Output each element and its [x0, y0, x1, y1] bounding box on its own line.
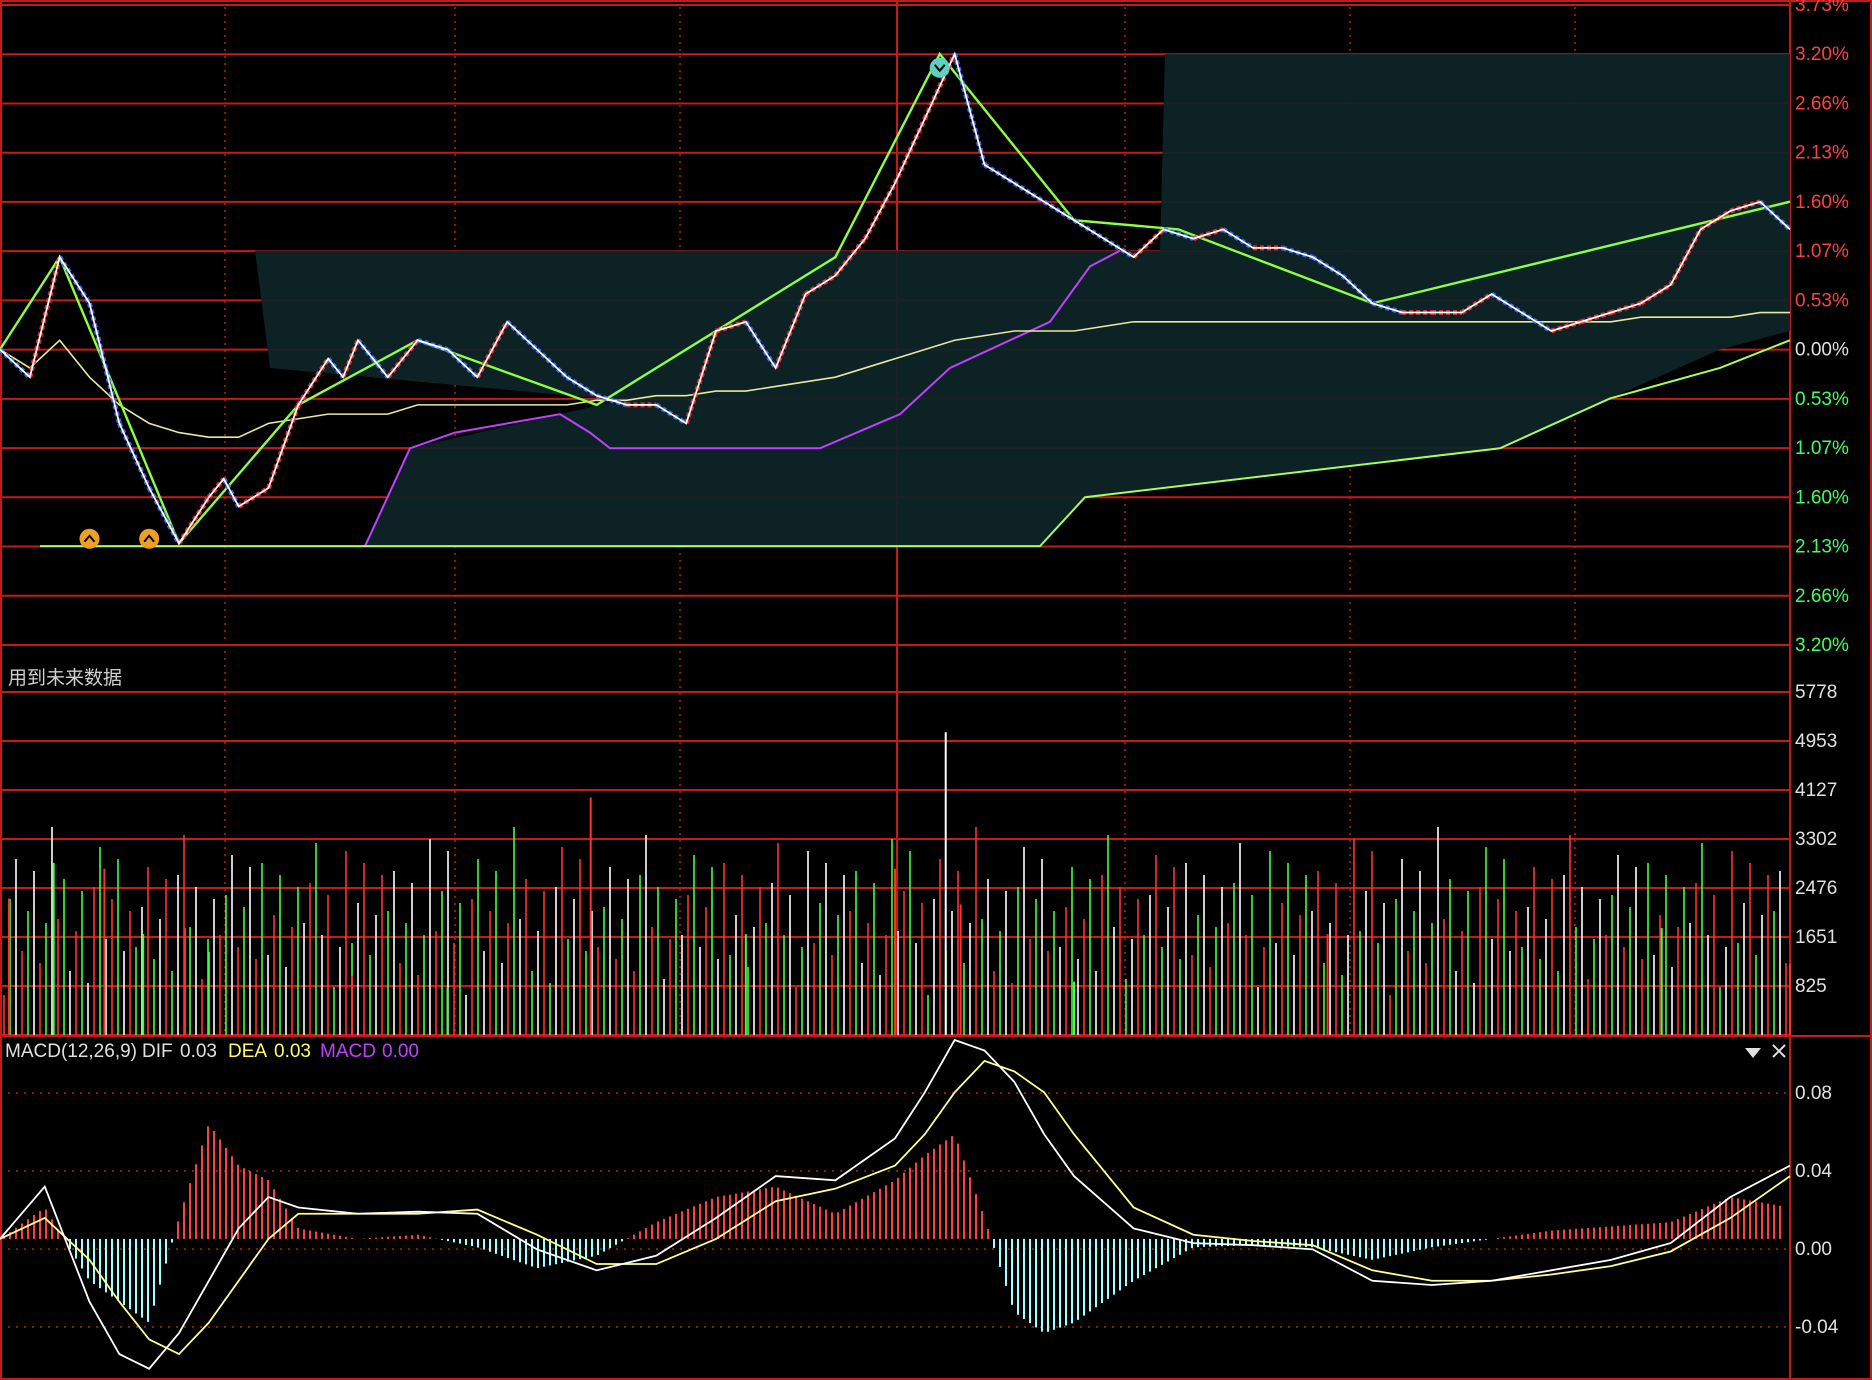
- price-tick-label: 1.07%: [1795, 438, 1849, 459]
- chart-canvas[interactable]: 3.73% 3.20% 2.66% 2.13% 1.60% 1.07% 0.53% 0.00%…: [0, 0, 1872, 1380]
- marker-circle: [139, 528, 160, 549]
- price-tick-label: 2.66%: [1795, 93, 1849, 114]
- volume-tick-label: 825: [1795, 976, 1827, 997]
- price-tick-label: 0.53%: [1795, 290, 1849, 311]
- dea-legend-name: DEA: [228, 1041, 267, 1062]
- chevron-up-circle-icon: [139, 528, 160, 549]
- price-tick-label: 3.20%: [1795, 635, 1849, 656]
- macd-panel[interactable]: [0, 1038, 1791, 1370]
- dif-legend-value: 0.03: [180, 1041, 217, 1062]
- macd-legend-value: 0.00: [382, 1041, 419, 1062]
- price-tick-label: 2.66%: [1795, 586, 1849, 607]
- macd-title: MACD(12,26,9): [5, 1041, 137, 1062]
- marker-circle: [79, 528, 100, 549]
- macd-header: MACD(12,26,9) DIF 0.03 DEA 0.03 MACD 0.0…: [5, 1041, 419, 1062]
- cloud-area: [255, 53, 1790, 547]
- macd-tick-label: 0.00: [1795, 1239, 1832, 1260]
- price-tick-label: 2.13%: [1795, 537, 1849, 558]
- panel-controls: [1745, 1044, 1786, 1058]
- future-data-note: 用到未来数据: [8, 667, 122, 689]
- macd-tick-label: -0.04: [1795, 1317, 1839, 1338]
- volume-tick-label: 4953: [1795, 731, 1837, 752]
- price-tick-label: 1.60%: [1795, 487, 1849, 508]
- macd-tick-label: 0.08: [1795, 1083, 1832, 1104]
- volume-tick-label: 2476: [1795, 878, 1837, 899]
- y-axis-labels: 3.73% 3.20% 2.66% 2.13% 1.60% 1.07% 0.53% 0.00%…: [1795, 0, 1849, 1338]
- volume-tick-label: 4127: [1795, 780, 1837, 801]
- chevron-up-circle-icon: [79, 528, 100, 549]
- chevron-down-circle-icon: [929, 57, 950, 78]
- dea-legend-value: 0.03: [274, 1041, 311, 1062]
- price-tick-label: 0.00%: [1795, 340, 1849, 361]
- dif-legend-name: DIF: [142, 1041, 173, 1062]
- macd-legend-name: MACD: [320, 1041, 376, 1062]
- price-tick-label: 2.13%: [1795, 143, 1849, 164]
- price-tick-label: 1.07%: [1795, 241, 1849, 262]
- volume-tick-label: 1651: [1795, 927, 1837, 948]
- chevron-down-icon[interactable]: [1745, 1048, 1761, 1058]
- close-icon[interactable]: [1772, 1044, 1786, 1058]
- volume-tick-label: 5778: [1795, 682, 1837, 703]
- price-tick-label: 3.20%: [1795, 44, 1849, 65]
- volume-tick-label: 3302: [1795, 829, 1837, 850]
- price-tick-label: 3.73%: [1795, 0, 1849, 16]
- price-tick-label: 1.60%: [1795, 192, 1849, 213]
- price-tick-label: 0.53%: [1795, 389, 1849, 410]
- marker-circle: [929, 57, 950, 78]
- support-cloud: [40, 53, 1791, 548]
- macd-tick-label: 0.04: [1795, 1161, 1832, 1182]
- stock-chart-window: 3.73% 3.20% 2.66% 2.13% 1.60% 1.07% 0.53% 0.00%…: [0, 0, 1872, 1380]
